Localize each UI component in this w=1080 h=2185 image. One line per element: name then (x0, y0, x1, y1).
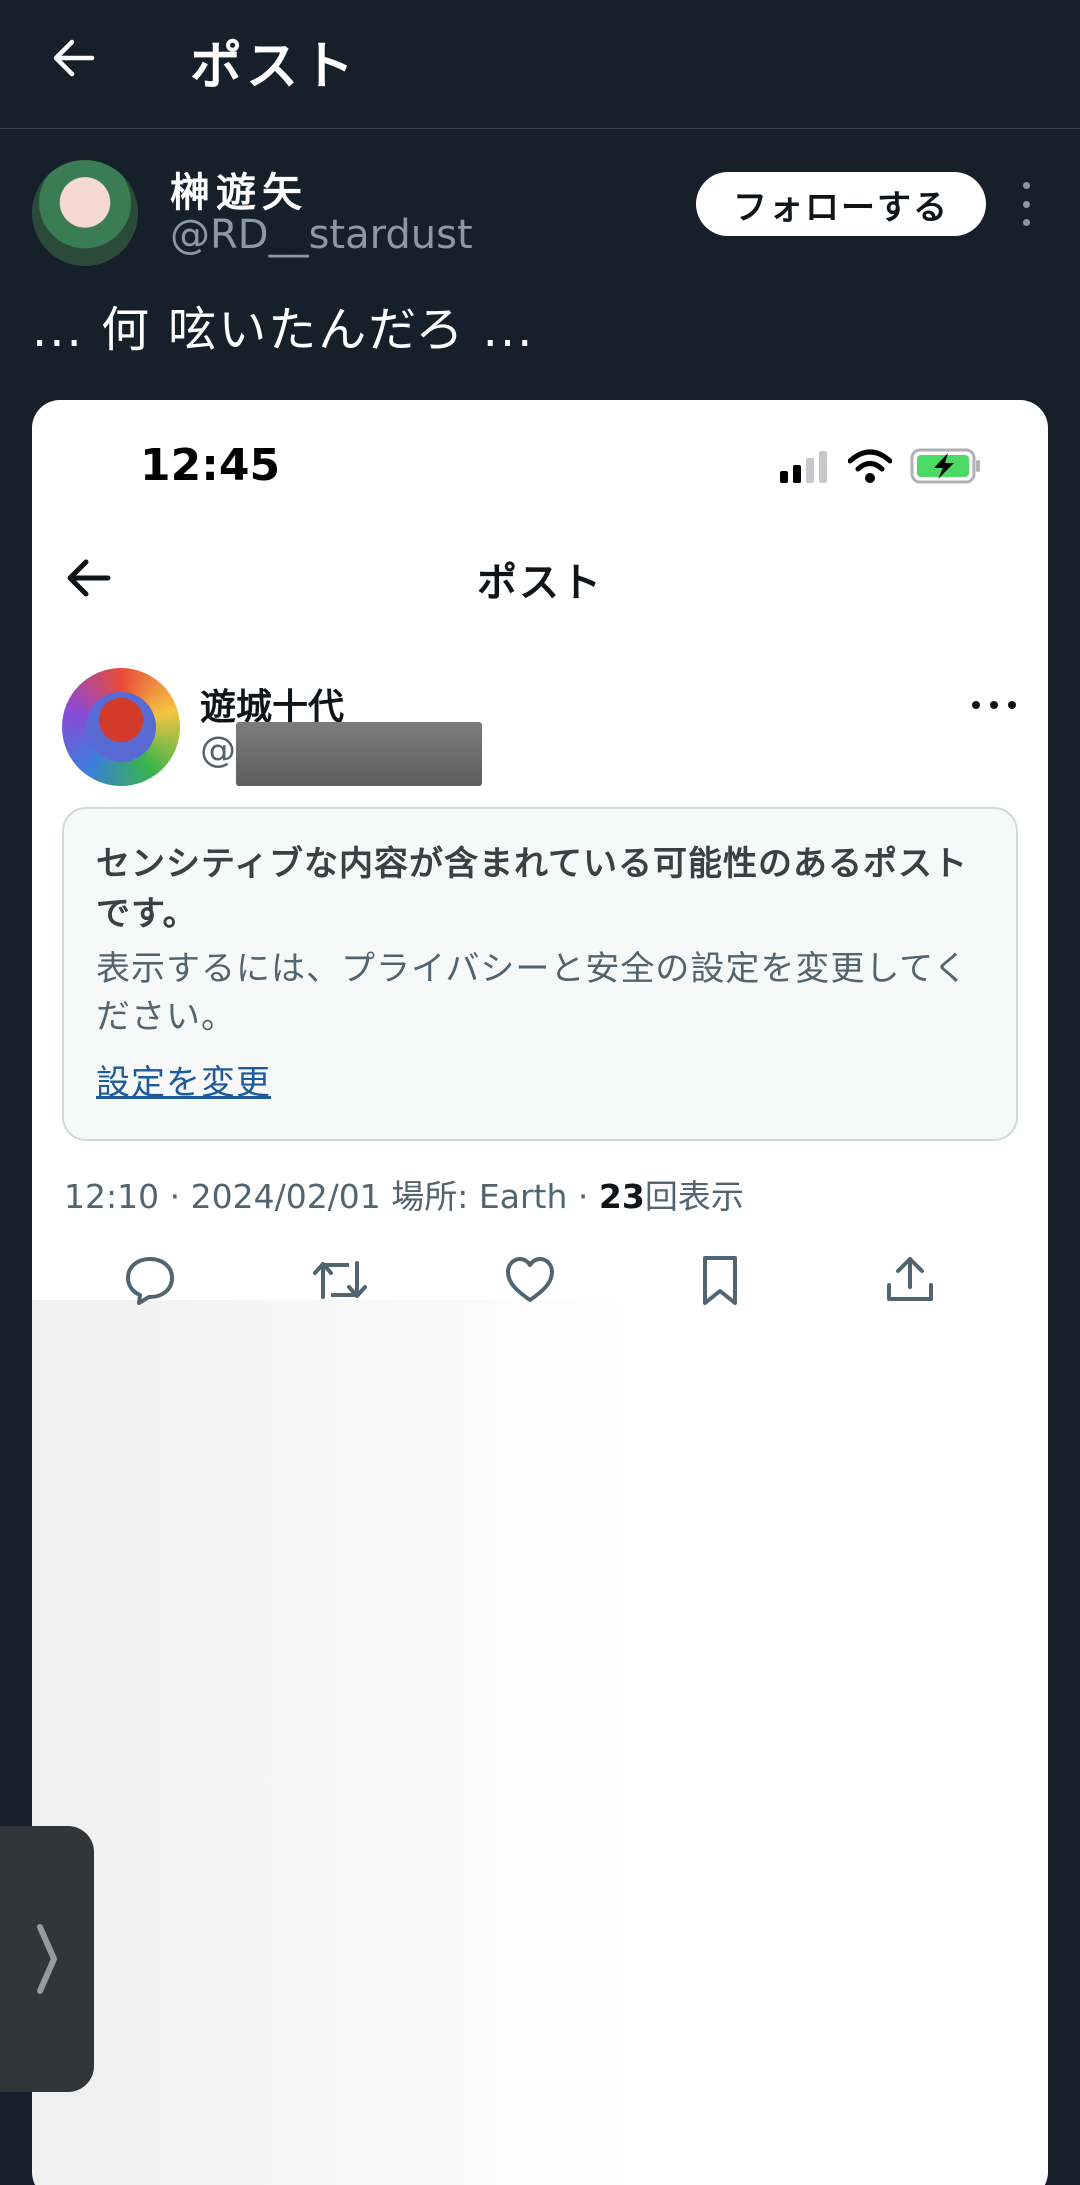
inner-user-avatar (62, 668, 180, 786)
author-name[interactable]: 榊遊矢 (170, 160, 308, 218)
status-time: 12:45 (140, 440, 281, 491)
post-location: 場所: Earth (380, 1177, 568, 1216)
chevron-right-icon (37, 1924, 57, 1994)
share-icon (880, 1250, 940, 1310)
author-avatar[interactable] (32, 160, 138, 266)
author-handle[interactable]: @RD__stardust (170, 212, 473, 258)
repost-icon (310, 1250, 370, 1310)
warning-body: 表示するには、プライバシーと安全の設定を変更してください。 (96, 949, 969, 1037)
more-options-icon[interactable] (1014, 182, 1038, 226)
inner-user-handle: @ (200, 730, 236, 771)
inner-more-icon (972, 700, 1016, 710)
cellular-signal-icon (780, 451, 827, 483)
side-expand-handle[interactable] (0, 1826, 94, 2092)
view-count-label: 回表示 (644, 1177, 744, 1216)
post-date: 2024/02/01 (190, 1177, 381, 1216)
page-title: ポスト (190, 37, 359, 97)
battery-charging-icon (910, 448, 980, 484)
app-bar: ポスト (0, 0, 1080, 129)
sensitive-content-warning: センシティブな内容が含まれている可能性のあるポストです。 表示するには、プライバ… (62, 807, 1018, 1141)
like-heart-icon (500, 1250, 560, 1310)
follow-button[interactable]: フォローする (696, 172, 986, 236)
back-arrow-icon[interactable] (44, 28, 104, 88)
view-count: 23 (598, 1177, 645, 1216)
status-icons (780, 448, 982, 484)
post-time: 12:10 (64, 1177, 160, 1216)
reply-icon (120, 1250, 180, 1310)
inner-page-title: ポスト (477, 560, 603, 606)
wifi-icon (848, 449, 892, 483)
attached-image[interactable]: 12:45 ポスト 遊城十代 @ センシティブな内容が含まれている可能性のあるポ… (32, 400, 1048, 2185)
bookmark-icon (690, 1250, 750, 1310)
post-meta: 12:10 · 2024/02/01 場所: Earth · 23回表示 (64, 1177, 744, 1216)
warning-title: センシティブな内容が含まれている可能性のあるポストです。 (96, 844, 968, 934)
post-text: ... 何 呟いたんだろ ... (32, 302, 535, 358)
redacted-handle (236, 722, 482, 786)
change-settings-link: 設定を変更 (96, 1063, 271, 1103)
action-bar (120, 1250, 990, 1320)
